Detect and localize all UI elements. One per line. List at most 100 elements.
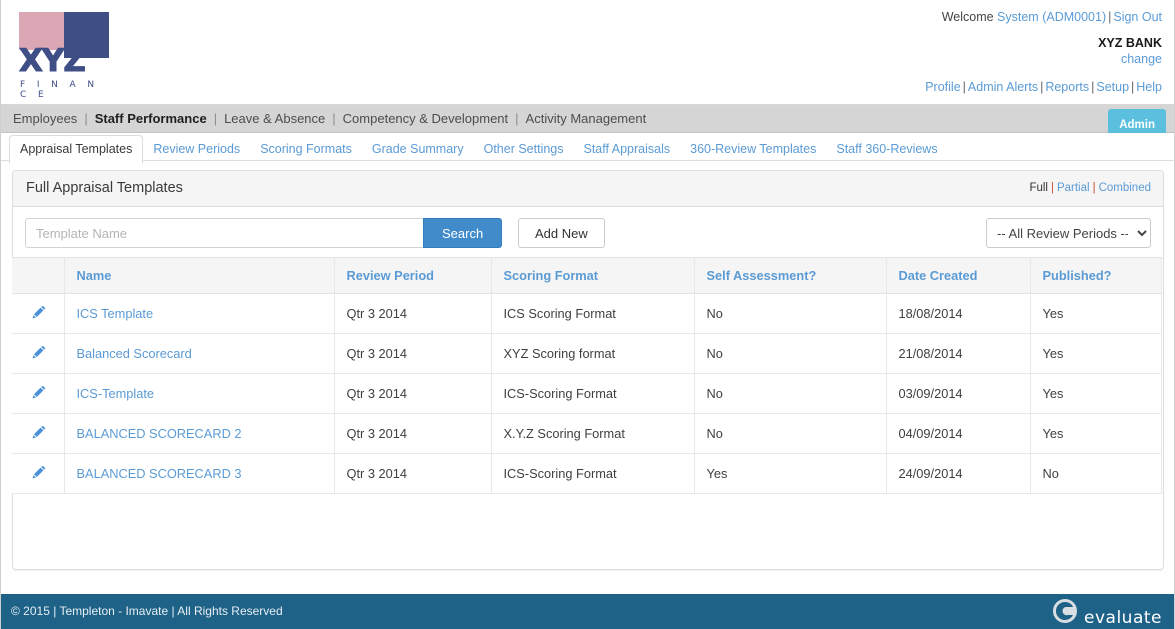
- row-name-cell[interactable]: Balanced Scorecard: [64, 333, 335, 374]
- tab-appraisal-templates[interactable]: Appraisal Templates: [9, 135, 144, 164]
- appraisal-templates-table: Name Review Period Scoring Format Self A…: [12, 257, 1162, 494]
- row-edit-cell[interactable]: [12, 333, 65, 374]
- logo-sub-text: F I N A N C E: [20, 80, 99, 100]
- review-period-select[interactable]: -- All Review Periods --: [986, 218, 1151, 248]
- column-header-scoring-format[interactable]: Scoring Format: [491, 257, 695, 294]
- table-row: BALANCED SCORECARD 3 Qtr 3 2014 ICS-Scor…: [12, 453, 1162, 494]
- table-body: ICS Template Qtr 3 2014 ICS Scoring Form…: [12, 293, 1162, 494]
- link-setup[interactable]: Setup: [1096, 80, 1129, 94]
- evaluate-logo: evaluate: [1052, 598, 1162, 629]
- link-profile[interactable]: Profile: [925, 80, 960, 94]
- row-published-cell: Yes: [1030, 413, 1162, 454]
- row-self-assessment-cell: No: [694, 333, 887, 374]
- row-scoring-format-cell: X.Y.Z Scoring Format: [491, 413, 695, 454]
- pencil-icon[interactable]: [31, 384, 47, 400]
- app-page: XYZ F I N A N C E Welcome System (ADM000…: [0, 0, 1175, 629]
- page-header: XYZ F I N A N C E Welcome System (ADM000…: [1, 0, 1174, 105]
- nav-item-leave-absence[interactable]: Leave & Absence: [224, 111, 325, 126]
- pencil-icon[interactable]: [31, 424, 47, 440]
- tab-grade-summary[interactable]: Grade Summary: [362, 136, 474, 163]
- tab-staff-360-reviews[interactable]: Staff 360-Reviews: [826, 136, 947, 163]
- row-review-period-cell: Qtr 3 2014: [334, 333, 492, 374]
- nav-item-activity-management[interactable]: Activity Management: [526, 111, 647, 126]
- link-help[interactable]: Help: [1136, 80, 1162, 94]
- column-header-date-created[interactable]: Date Created: [886, 257, 1031, 294]
- column-header-review-period[interactable]: Review Period: [334, 257, 492, 294]
- row-name-cell[interactable]: ICS Template: [64, 293, 335, 334]
- user-link[interactable]: System (ADM0001): [997, 10, 1106, 24]
- row-name-cell[interactable]: BALANCED SCORECARD 3: [64, 453, 335, 494]
- row-date-created-cell: 03/09/2014: [886, 373, 1031, 414]
- template-name-link[interactable]: ICS-Template: [77, 386, 155, 401]
- pencil-icon[interactable]: [31, 464, 47, 480]
- nav-item-competency-development[interactable]: Competency & Development: [343, 111, 508, 126]
- row-edit-cell[interactable]: [12, 293, 65, 334]
- row-published-cell: Yes: [1030, 373, 1162, 414]
- row-review-period-cell: Qtr 3 2014: [334, 413, 492, 454]
- template-name-link[interactable]: BALANCED SCORECARD 2: [77, 426, 242, 441]
- main-navigation: Employees | Staff Performance | Leave & Abse…: [1, 105, 1174, 142]
- row-published-cell: Yes: [1030, 293, 1162, 334]
- row-date-created-cell: 04/09/2014: [886, 413, 1031, 454]
- tab-other-settings[interactable]: Other Settings: [474, 136, 574, 163]
- welcome-line: Welcome System (ADM0001) | Sign Out: [941, 10, 1162, 24]
- row-date-created-cell: 21/08/2014: [886, 333, 1031, 374]
- template-name-link[interactable]: ICS Template: [77, 306, 154, 321]
- page-footer: © 2015 | Templeton - Imavate | All Right…: [1, 594, 1174, 629]
- row-self-assessment-cell: No: [694, 373, 887, 414]
- search-button[interactable]: Search: [423, 218, 503, 248]
- tab-360-review-templates[interactable]: 360-Review Templates: [680, 136, 826, 163]
- row-name-cell[interactable]: BALANCED SCORECARD 2: [64, 413, 335, 454]
- link-reports[interactable]: Reports: [1045, 80, 1089, 94]
- column-header-name[interactable]: Name: [64, 257, 335, 294]
- row-scoring-format-cell: ICS-Scoring Format: [491, 373, 695, 414]
- add-new-button[interactable]: Add New: [518, 218, 605, 248]
- column-header-published[interactable]: Published?: [1030, 257, 1162, 294]
- evaluate-wordmark: evaluate: [1084, 607, 1162, 628]
- filter-full[interactable]: Full: [1029, 182, 1048, 194]
- row-self-assessment-cell: No: [694, 413, 887, 454]
- row-name-cell[interactable]: ICS-Template: [64, 373, 335, 414]
- copyright-text: © 2015 | Templeton - Imavate | All Right…: [11, 604, 283, 618]
- table-row: Balanced Scorecard Qtr 3 2014 XYZ Scorin…: [12, 333, 1162, 374]
- tab-review-periods[interactable]: Review Periods: [143, 136, 250, 163]
- page-title: Full Appraisal Templates: [26, 180, 183, 196]
- row-review-period-cell: Qtr 3 2014: [334, 373, 492, 414]
- column-header-self-assessment[interactable]: Self Assessment?: [694, 257, 887, 294]
- tab-bar: Appraisal Templates Review Periods Scoring…: [1, 133, 1174, 164]
- pencil-icon[interactable]: [31, 344, 47, 360]
- row-edit-cell[interactable]: [12, 413, 65, 454]
- filter-combined[interactable]: Combined: [1099, 182, 1151, 194]
- row-scoring-format-cell: XYZ Scoring format: [491, 333, 695, 374]
- panel-header: Full Appraisal Templates Full | Partial | Co…: [13, 171, 1163, 207]
- row-edit-cell[interactable]: [12, 373, 65, 414]
- link-admin-alerts[interactable]: Admin Alerts: [968, 80, 1038, 94]
- change-bank-link[interactable]: change: [1121, 52, 1162, 66]
- pencil-icon[interactable]: [31, 304, 47, 320]
- nav-item-employees[interactable]: Employees: [13, 111, 77, 126]
- search-input[interactable]: [25, 218, 423, 248]
- row-edit-cell[interactable]: [12, 453, 65, 494]
- company-logo[interactable]: XYZ F I N A N C E: [19, 12, 111, 100]
- filter-partial[interactable]: Partial: [1057, 182, 1090, 194]
- welcome-label: Welcome: [941, 10, 994, 24]
- table-row: BALANCED SCORECARD 2 Qtr 3 2014 X.Y.Z Sc…: [12, 413, 1162, 454]
- row-review-period-cell: Qtr 3 2014: [334, 453, 492, 494]
- table-header-row: Name Review Period Scoring Format Self A…: [12, 257, 1162, 294]
- tab-scoring-formats[interactable]: Scoring Formats: [250, 136, 362, 163]
- row-review-period-cell: Qtr 3 2014: [334, 293, 492, 334]
- table-row: ICS Template Qtr 3 2014 ICS Scoring Form…: [12, 293, 1162, 334]
- template-type-filters: Full | Partial | Combined: [1029, 182, 1151, 194]
- logo-brand-text: XYZ: [19, 43, 87, 80]
- column-header-actions[interactable]: [12, 257, 65, 294]
- evaluate-circle-icon: [1052, 598, 1078, 629]
- bank-name: XYZ BANK: [1098, 36, 1162, 50]
- row-date-created-cell: 18/08/2014: [886, 293, 1031, 334]
- search-group: Search: [25, 218, 503, 248]
- nav-item-staff-performance[interactable]: Staff Performance: [95, 111, 207, 126]
- template-name-link[interactable]: Balanced Scorecard: [77, 346, 192, 361]
- template-name-link[interactable]: BALANCED SCORECARD 3: [77, 466, 242, 481]
- row-scoring-format-cell: ICS-Scoring Format: [491, 453, 695, 494]
- tab-staff-appraisals[interactable]: Staff Appraisals: [574, 136, 681, 163]
- sign-out-link[interactable]: Sign Out: [1113, 10, 1162, 24]
